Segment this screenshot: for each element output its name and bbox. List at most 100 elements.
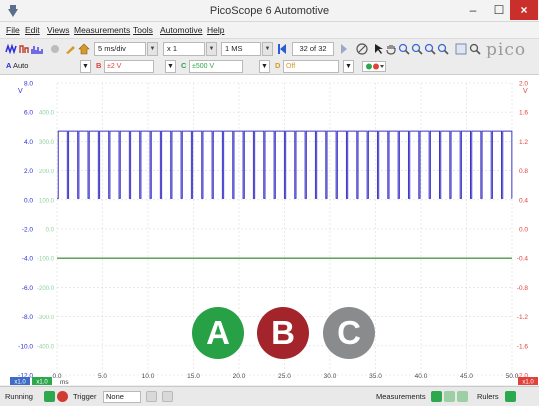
- mid-tick-label: -100.0: [37, 257, 55, 263]
- right-tick-label: -0.8: [517, 285, 529, 292]
- left-tick-label: 6.0: [24, 110, 33, 117]
- left-tick-label: -8.0: [22, 314, 34, 321]
- hand-tool-icon[interactable]: [385, 43, 397, 55]
- channel-c-dropdown-icon[interactable]: ▼: [259, 60, 270, 73]
- minimize-button[interactable]: –: [460, 0, 486, 20]
- stop-icon[interactable]: [356, 43, 368, 55]
- left-tick-label: -10.0: [18, 343, 33, 350]
- right-tick-label: -1.6: [517, 343, 529, 350]
- left-tick-label: 8.0: [24, 81, 33, 88]
- samples-select[interactable]: 1 MS: [221, 42, 261, 56]
- left-axis-unit: V: [18, 88, 23, 95]
- mid-tick-label: -200.0: [37, 286, 55, 292]
- zoom-out-icon[interactable]: [411, 43, 423, 55]
- measurements-label: Measurements: [376, 392, 426, 401]
- channel-b-badge-letter: B: [271, 314, 295, 351]
- stop-capture-icon[interactable]: [57, 391, 68, 402]
- left-tick-label: 4.0: [24, 139, 33, 146]
- timebase-select[interactable]: 5 ms/div: [94, 42, 146, 56]
- x-tick-label: 40.0: [415, 373, 428, 380]
- channel-a-dropdown-icon[interactable]: ▼: [80, 60, 91, 73]
- rulers-label: Rulers: [477, 392, 499, 401]
- capture-toolbar: 5 ms/div ▼ x 1 ▼ 1 MS ▼ 32 of 32 pico: [0, 38, 539, 60]
- channel-d-dropdown-icon[interactable]: ▼: [343, 60, 354, 73]
- trigger-mode[interactable]: Auto: [13, 61, 28, 70]
- zoom-region-icon[interactable]: [424, 43, 436, 55]
- left-tick-label: -6.0: [22, 285, 34, 292]
- channel-options-icon[interactable]: [64, 43, 76, 55]
- menu-automotive[interactable]: Automotive: [160, 25, 203, 35]
- zoom-in-icon[interactable]: [398, 43, 410, 55]
- zoom-dropdown-icon[interactable]: ▼: [206, 42, 217, 56]
- channel-b-dropdown-icon[interactable]: ▼: [165, 60, 176, 73]
- x-tick-label: 20.0: [233, 373, 246, 380]
- x-tick-label: 5.0: [98, 373, 107, 380]
- menu-edit[interactable]: Edit: [25, 25, 40, 35]
- zoom-fit-icon[interactable]: [437, 43, 449, 55]
- samples-dropdown-icon[interactable]: ▼: [262, 42, 273, 56]
- channel-c-badge: C: [323, 307, 375, 359]
- maximize-button[interactable]: ☐: [486, 0, 512, 20]
- add-measurement-icon[interactable]: [431, 391, 442, 402]
- menu-help[interactable]: Help: [207, 25, 224, 35]
- channel-a-badge-letter: A: [206, 314, 230, 351]
- scope-mode-icon[interactable]: [5, 43, 17, 55]
- mid-tick-label: 0.0: [46, 228, 55, 234]
- zoom-select[interactable]: x 1: [163, 42, 205, 56]
- menu-bar: File Edit Views Measurements Tools Autom…: [0, 22, 539, 38]
- pointer-tool-icon[interactable]: [373, 43, 385, 55]
- x-tick-label: 25.0: [278, 373, 291, 380]
- channel-a-badge: A: [192, 307, 244, 359]
- zoom-overview-icon[interactable]: [469, 43, 481, 55]
- mid-tick-label: -400.0: [37, 344, 55, 350]
- channel-c-range[interactable]: ±500 V: [189, 60, 243, 73]
- buffer-forward-icon[interactable]: [338, 43, 350, 55]
- buffer-back-icon[interactable]: [277, 43, 289, 55]
- start-icon[interactable]: [44, 391, 55, 402]
- left-tick-label: 2.0: [24, 168, 33, 175]
- trigger-settings-icon[interactable]: [162, 391, 173, 402]
- timebase-dropdown-icon[interactable]: ▼: [147, 42, 158, 56]
- rulers-icon[interactable]: [505, 391, 516, 402]
- x-tick-label: 30.0: [324, 373, 337, 380]
- channel-c-label: C: [181, 61, 187, 70]
- channel-b-label: B: [96, 61, 102, 70]
- channel-a-label: A: [6, 61, 12, 70]
- trigger-select[interactable]: None: [103, 391, 141, 403]
- channel-c-badge-letter: C: [337, 314, 361, 351]
- menu-file[interactable]: File: [6, 25, 20, 35]
- persistence-mode-icon[interactable]: [18, 43, 30, 55]
- right-tick-label: 2.0: [519, 81, 528, 88]
- menu-tools[interactable]: Tools: [133, 25, 153, 35]
- mid-tick-label: 400.0: [39, 111, 55, 117]
- menu-measurements[interactable]: Measurements: [74, 25, 130, 35]
- automotive-home-icon[interactable]: [78, 43, 90, 55]
- delete-measurement-icon[interactable]: [457, 391, 468, 402]
- view-options-icon[interactable]: [455, 43, 467, 55]
- status-bar: Running Trigger None Measurements Rulers: [0, 386, 539, 406]
- left-tick-label: -4.0: [22, 256, 34, 263]
- close-button[interactable]: ×: [510, 0, 538, 20]
- edit-measurement-icon[interactable]: [444, 391, 455, 402]
- channel-b-range[interactable]: ±2 V: [104, 60, 154, 73]
- menu-views[interactable]: Views: [47, 25, 70, 35]
- channel-options-icon[interactable]: [362, 61, 386, 72]
- channel-d-label: D: [275, 61, 281, 70]
- channel-b-badge: B: [257, 307, 309, 359]
- x-tick-label: 35.0: [369, 373, 382, 380]
- right-tick-label: -0.4: [517, 256, 529, 263]
- trigger-dropdown-icon[interactable]: [146, 391, 157, 402]
- right-tick-label: -1.2: [517, 314, 529, 321]
- right-tick-label: 0.4: [519, 197, 528, 204]
- trigger-label: Trigger: [73, 392, 97, 401]
- left-tick-label: 0.0: [24, 197, 33, 204]
- channel-d-range[interactable]: Off: [283, 60, 339, 73]
- probe-icon[interactable]: [49, 43, 61, 55]
- right-tick-label: 0.8: [519, 168, 528, 175]
- oscilloscope-chart[interactable]: 0.0 5.0 10.0 15.0 20.0 25.0 30.0 35.0 40.0 45.0 50…: [0, 75, 539, 385]
- spectrum-mode-icon[interactable]: [31, 43, 43, 55]
- buffer-navigator[interactable]: 32 of 32: [292, 42, 334, 56]
- mid-tick-label: 300.0: [39, 140, 55, 146]
- right-tick-label: 1.6: [519, 110, 528, 117]
- channel-toolbar: A Auto ▼ B ±2 V ▼ C ±500 V ▼ D Off ▼: [0, 58, 539, 75]
